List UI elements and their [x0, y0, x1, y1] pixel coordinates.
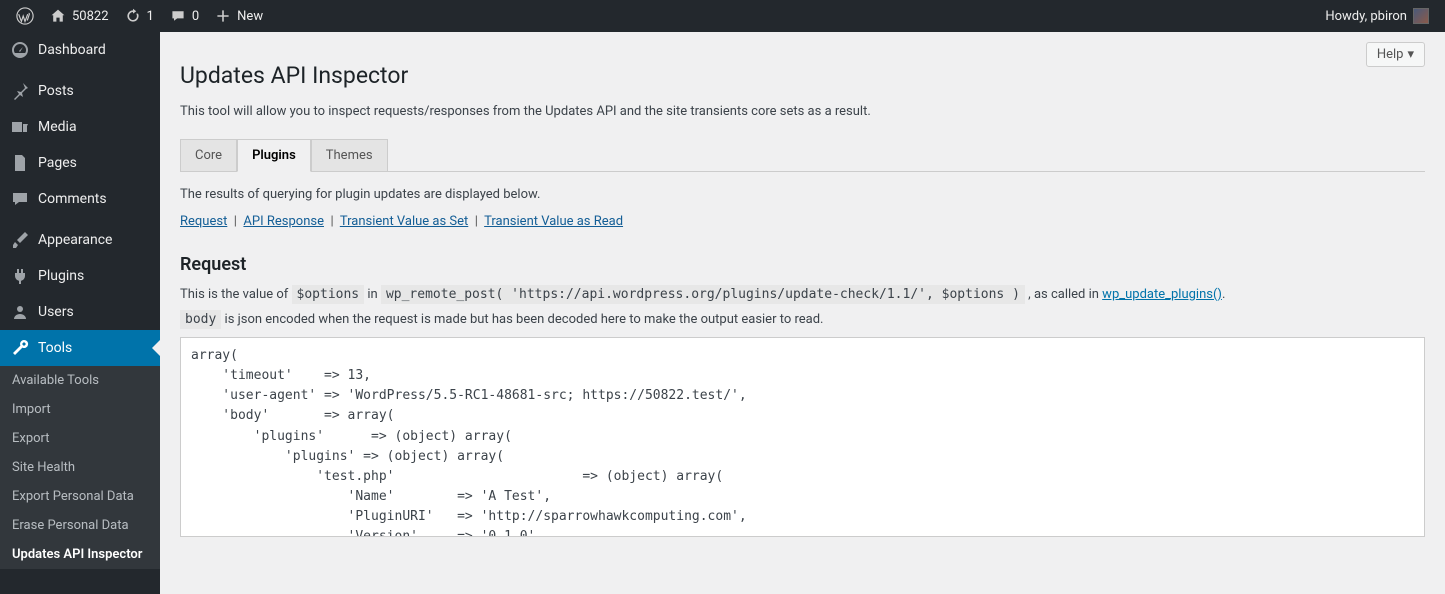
sidebar-item-media[interactable]: Media [0, 109, 160, 145]
page-icon [10, 153, 30, 173]
sidebar-item-dashboard[interactable]: Dashboard [0, 32, 160, 68]
anchor-transient-set[interactable]: Transient Value as Set [340, 214, 468, 229]
new-label: New [237, 9, 263, 24]
sidebar-item-appearance[interactable]: Appearance [0, 222, 160, 258]
wordpress-icon [16, 7, 34, 25]
sidebar-item-label: Dashboard [38, 42, 106, 58]
sidebar-item-label: Tools [38, 340, 72, 356]
plus-icon [215, 8, 231, 24]
sidebar-item-label: Appearance [38, 232, 112, 248]
comment-icon [10, 189, 30, 209]
user-icon [10, 302, 30, 322]
anchor-links: Request | API Response | Transient Value… [180, 214, 1425, 229]
request-code-block[interactable]: array( 'timeout' => 13, 'user-agent' => … [180, 337, 1425, 537]
submenu-export-personal-data[interactable]: Export Personal Data [0, 482, 160, 511]
submenu-erase-personal-data[interactable]: Erase Personal Data [0, 511, 160, 540]
sidebar-item-label: Pages [38, 155, 77, 171]
request-desc-1: This is the value of $options in wp_remo… [180, 287, 1425, 302]
updates-link[interactable]: 1 [117, 0, 162, 32]
sidebar-item-tools[interactable]: Tools [0, 330, 160, 366]
submenu-export[interactable]: Export [0, 424, 160, 453]
anchor-api-response[interactable]: API Response [243, 214, 324, 229]
anchor-request[interactable]: Request [180, 214, 227, 229]
wrench-icon [10, 338, 30, 358]
updates-count: 1 [147, 9, 154, 24]
submenu-import[interactable]: Import [0, 395, 160, 424]
request-heading: Request [180, 254, 1425, 275]
site-name-link[interactable]: 50822 [42, 0, 117, 32]
request-desc-2: body is json encoded when the request is… [180, 312, 1425, 327]
site-name: 50822 [72, 9, 109, 24]
comments-link[interactable]: 0 [162, 0, 207, 32]
help-toggle[interactable]: Help ▾ [1366, 42, 1425, 67]
code-body: body [180, 310, 221, 329]
sidebar-item-label: Comments [38, 191, 107, 207]
tools-submenu: Available Tools Import Export Site Healt… [0, 366, 160, 569]
admin-bar: 50822 1 0 New Howdy, pbiron [0, 0, 1445, 32]
pin-icon [10, 81, 30, 101]
code-remote-post: wp_remote_post( 'https://api.wordpress.o… [381, 285, 1025, 304]
sidebar-item-users[interactable]: Users [0, 294, 160, 330]
page-title: Updates API Inspector [180, 62, 1425, 89]
refresh-icon [125, 8, 141, 24]
link-wp-update-plugins[interactable]: wp_update_plugins() [1102, 287, 1222, 302]
tab-core[interactable]: Core [180, 139, 237, 172]
submenu-site-health[interactable]: Site Health [0, 453, 160, 482]
home-icon [50, 8, 66, 24]
sidebar-item-label: Posts [38, 83, 74, 99]
admin-sidebar: Dashboard Posts Media Pages Comments App… [0, 32, 160, 594]
anchor-transient-read[interactable]: Transient Value as Read [484, 214, 623, 229]
help-label: Help [1377, 47, 1404, 62]
sidebar-item-posts[interactable]: Posts [0, 73, 160, 109]
sidebar-item-label: Users [38, 304, 74, 320]
sidebar-item-comments[interactable]: Comments [0, 181, 160, 217]
main-content: Help ▾ Updates API Inspector This tool w… [160, 32, 1445, 577]
results-note: The results of querying for plugin updat… [180, 187, 1425, 202]
tab-plugins[interactable]: Plugins [237, 139, 311, 172]
comments-count: 0 [192, 9, 199, 24]
howdy-text: Howdy, pbiron [1325, 9, 1407, 24]
tab-themes[interactable]: Themes [311, 139, 388, 172]
sidebar-item-label: Media [38, 119, 77, 135]
brush-icon [10, 230, 30, 250]
sidebar-item-label: Plugins [38, 268, 84, 284]
plug-icon [10, 266, 30, 286]
avatar [1413, 8, 1429, 24]
tabs: Core Plugins Themes [180, 139, 1425, 172]
chevron-down-icon: ▾ [1407, 47, 1414, 62]
submenu-updates-api-inspector[interactable]: Updates API Inspector [0, 540, 160, 569]
wp-logo[interactable] [8, 0, 42, 32]
dashboard-icon [10, 40, 30, 60]
sidebar-item-pages[interactable]: Pages [0, 145, 160, 181]
comment-icon [170, 8, 186, 24]
submenu-available-tools[interactable]: Available Tools [0, 366, 160, 395]
sidebar-item-plugins[interactable]: Plugins [0, 258, 160, 294]
my-account-link[interactable]: Howdy, pbiron [1317, 0, 1437, 32]
page-intro: This tool will allow you to inspect requ… [180, 104, 1425, 119]
code-options: $options [292, 285, 365, 304]
new-content-link[interactable]: New [207, 0, 271, 32]
media-icon [10, 117, 30, 137]
